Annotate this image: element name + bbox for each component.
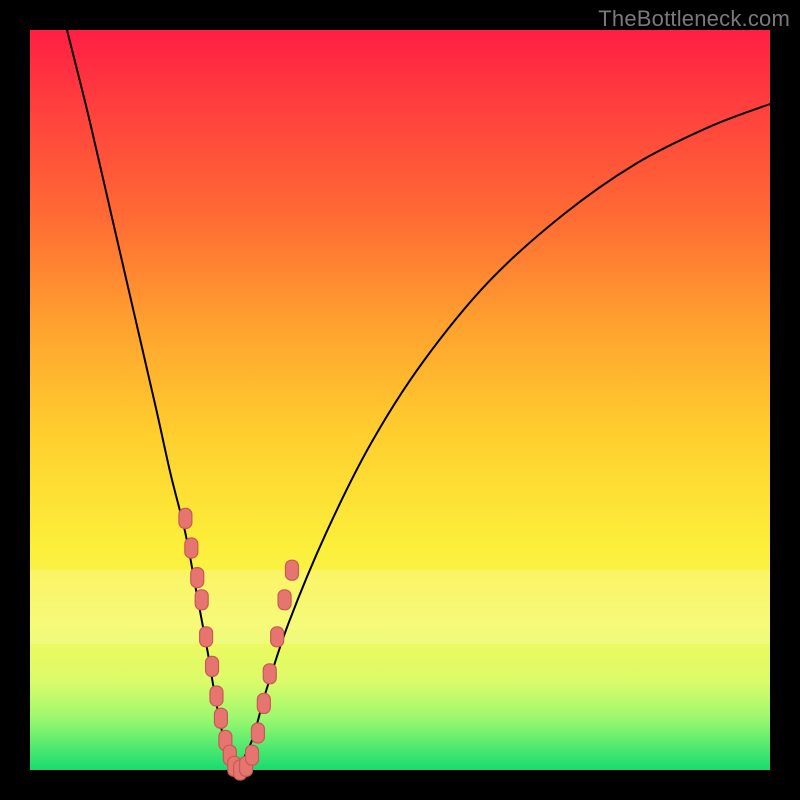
marker-point [246, 745, 259, 765]
curve-group [67, 30, 770, 770]
marker-point [191, 568, 204, 588]
watermark-text: TheBottleneck.com [598, 6, 790, 32]
marker-point [210, 686, 223, 706]
marker-point [185, 538, 198, 558]
chart-frame: TheBottleneck.com [0, 0, 800, 800]
plot-area [30, 30, 770, 770]
chart-svg [30, 30, 770, 770]
marker-point [206, 656, 219, 676]
marker-point [251, 723, 264, 743]
marker-point [179, 508, 192, 528]
marker-point [257, 693, 270, 713]
marker-point [195, 590, 208, 610]
marker-point [278, 590, 291, 610]
marker-point [285, 560, 298, 580]
marker-point [214, 708, 227, 728]
marker-group [179, 508, 299, 780]
marker-point [263, 664, 276, 684]
marker-point [271, 627, 284, 647]
curve-right-branch [237, 104, 770, 770]
marker-point [200, 627, 213, 647]
